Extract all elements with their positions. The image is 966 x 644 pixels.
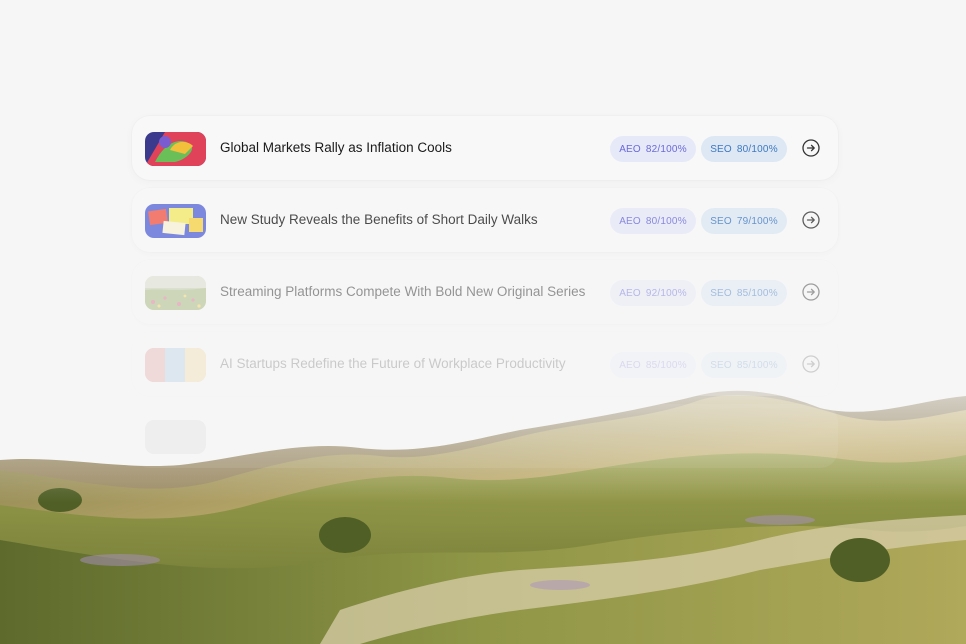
article-list: Global Markets Rally as Inflation Cools … bbox=[132, 116, 838, 476]
seo-label: SEO bbox=[710, 287, 732, 299]
arrow-right-circle-icon[interactable] bbox=[802, 283, 820, 301]
abstract-colorful-art-thumbnail bbox=[145, 132, 206, 166]
article-row bbox=[132, 404, 838, 468]
aeo-score-badge: AEO 80/100% bbox=[610, 208, 696, 234]
article-row[interactable]: Streaming Platforms Compete With Bold Ne… bbox=[132, 260, 838, 324]
article-row[interactable]: AI Startups Redefine the Future of Workp… bbox=[132, 332, 838, 396]
seo-score: 80/100% bbox=[736, 143, 778, 155]
article-title[interactable]: New Study Reveals the Benefits of Short … bbox=[220, 212, 538, 227]
aeo-label: AEO bbox=[619, 359, 641, 371]
seo-score-badge: SEO 79/100% bbox=[701, 208, 787, 234]
faded-thumbnail bbox=[145, 420, 206, 454]
seo-score-badge: SEO 80/100% bbox=[701, 136, 787, 162]
abstract-pattern-thumbnail bbox=[145, 348, 206, 382]
seo-score: 85/100% bbox=[736, 287, 778, 299]
aeo-label: AEO bbox=[619, 215, 641, 227]
aeo-score: 92/100% bbox=[645, 287, 687, 299]
article-title[interactable]: AI Startups Redefine the Future of Workp… bbox=[220, 356, 566, 371]
seo-label: SEO bbox=[710, 215, 732, 227]
aeo-score-badge: AEO 92/100% bbox=[610, 280, 696, 306]
article-row[interactable]: Global Markets Rally as Inflation Cools … bbox=[132, 116, 838, 180]
article-title[interactable]: Streaming Platforms Compete With Bold Ne… bbox=[220, 284, 585, 299]
article-title[interactable]: Global Markets Rally as Inflation Cools bbox=[220, 140, 452, 155]
arrow-right-circle-icon[interactable] bbox=[802, 355, 820, 373]
seo-score: 79/100% bbox=[736, 215, 778, 227]
seo-score: 85/100% bbox=[736, 359, 778, 371]
arrow-right-circle-icon[interactable] bbox=[802, 139, 820, 157]
aeo-score-badge: AEO 82/100% bbox=[610, 136, 696, 162]
arrow-right-circle-icon[interactable] bbox=[802, 211, 820, 229]
seo-label: SEO bbox=[710, 359, 732, 371]
aeo-score: 82/100% bbox=[645, 143, 687, 155]
aeo-score: 80/100% bbox=[645, 215, 687, 227]
seo-score-badge: SEO 85/100% bbox=[701, 280, 787, 306]
seo-label: SEO bbox=[710, 143, 732, 155]
flower-field-thumbnail bbox=[145, 276, 206, 310]
sticky-notes-thumbnail bbox=[145, 204, 206, 238]
article-row[interactable]: New Study Reveals the Benefits of Short … bbox=[132, 188, 838, 252]
aeo-label: AEO bbox=[619, 143, 641, 155]
seo-score-badge: SEO 85/100% bbox=[701, 352, 787, 378]
aeo-score: 85/100% bbox=[645, 359, 687, 371]
aeo-score-badge: AEO 85/100% bbox=[610, 352, 696, 378]
aeo-label: AEO bbox=[619, 287, 641, 299]
